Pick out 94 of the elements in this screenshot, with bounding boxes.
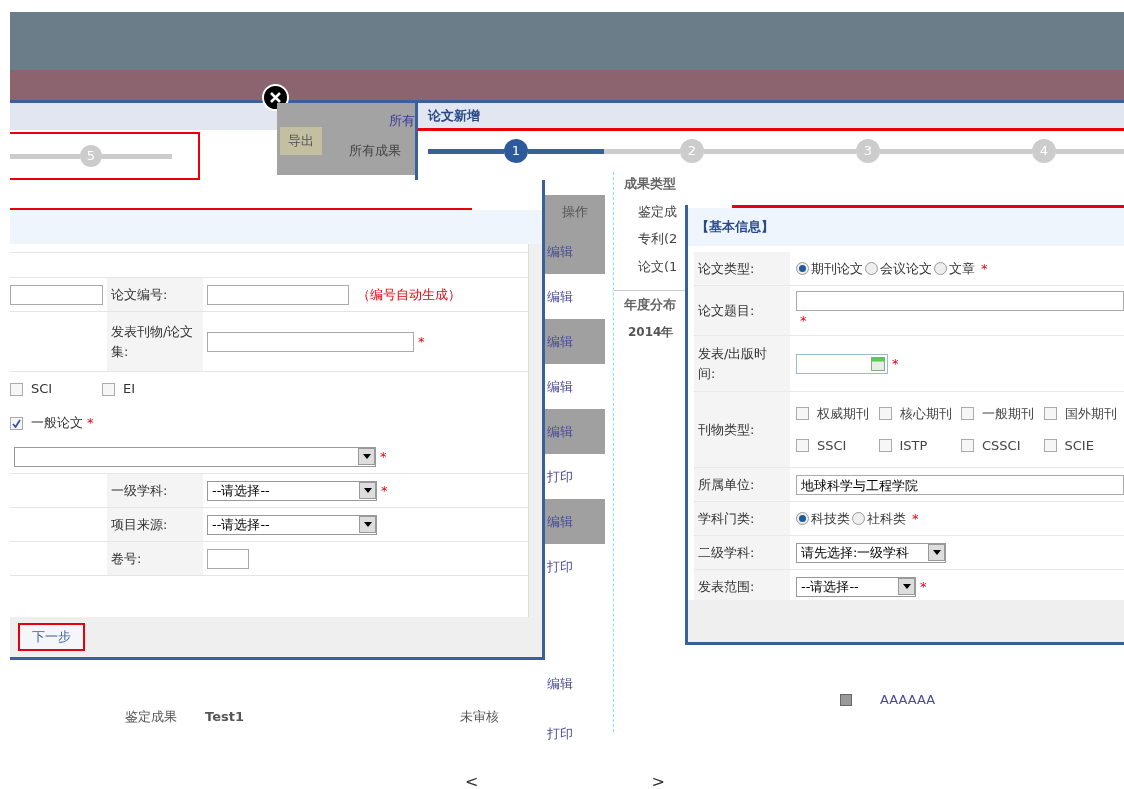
checkbox[interactable]: [878, 438, 892, 452]
field-label: 二级学科:: [698, 543, 756, 562]
checkbox-label: CSSCI: [982, 436, 1021, 455]
field-label: 论文题目:: [698, 301, 756, 320]
select-field[interactable]: --请选择--: [207, 480, 377, 501]
table-cell-text: Test1: [205, 707, 245, 726]
action-link[interactable]: 打印: [545, 466, 573, 487]
radio-label: 科技类: [811, 509, 850, 528]
radio-label: 社科类: [867, 509, 906, 528]
field-label: 发表刊物/论文集:: [111, 323, 195, 361]
checkbox-label: 国外期刊: [1064, 405, 1117, 423]
radio-button[interactable]: [796, 512, 809, 525]
checkbox-label: 权威期刊: [817, 405, 869, 423]
checkbox[interactable]: [10, 382, 23, 396]
checkbox[interactable]: [961, 438, 974, 452]
field-label: 卷号:: [111, 549, 143, 568]
field-label: 发表/出版时间:: [698, 345, 769, 383]
table-cell-text: 鉴定成果: [125, 707, 178, 726]
action-link[interactable]: 编辑: [545, 286, 573, 307]
radio-button[interactable]: [865, 262, 878, 275]
text-field[interactable]: [207, 548, 249, 569]
table-cell-text: 未审核: [460, 707, 500, 726]
panel-title: 成果类型: [623, 175, 677, 193]
checkbox[interactable]: [10, 416, 23, 430]
required-mark: *: [381, 481, 388, 500]
action-link[interactable]: 打印: [547, 723, 573, 743]
date-field[interactable]: [796, 353, 888, 374]
previous-button[interactable]: <: [465, 770, 479, 789]
required-mark: *: [892, 354, 899, 373]
text-field[interactable]: [796, 290, 1124, 311]
action-link[interactable]: 编辑: [545, 376, 573, 397]
checkbox-label: 一般期刊: [982, 405, 1034, 423]
category-link[interactable]: 论文(1: [614, 256, 685, 276]
required-mark: *: [800, 311, 808, 330]
checkbox-label: 一般论文: [31, 414, 83, 433]
next-step-button[interactable]: 下一步: [18, 623, 85, 651]
text-field[interactable]: [10, 284, 103, 305]
select-field[interactable]: 请先选择:一级学科: [796, 542, 946, 563]
checkbox[interactable]: [1043, 438, 1057, 452]
text-field[interactable]: 地球科学与工程学院: [796, 474, 1124, 495]
radio-label: 期刊论文: [811, 259, 863, 278]
checkbox[interactable]: [878, 407, 892, 421]
export-button[interactable]: 导出: [280, 127, 322, 155]
file-icon: [840, 693, 852, 706]
field-label: 一级学科:: [111, 481, 169, 500]
hint-text: （编号自动生成）: [357, 285, 461, 304]
field-label: 发表范围:: [698, 577, 756, 596]
radio-button[interactable]: [934, 262, 947, 275]
table-cell-text: AAAAAA: [880, 691, 936, 709]
next-button[interactable]: >: [651, 770, 665, 789]
column-header: 操作: [545, 195, 605, 229]
scrollbar[interactable]: [528, 244, 542, 617]
radio-label: 文章: [949, 259, 975, 278]
required-mark: *: [87, 414, 94, 433]
required-mark: *: [912, 509, 919, 528]
checkbox-label: 核心期刊: [899, 405, 952, 423]
text-field[interactable]: [207, 331, 414, 352]
field-label: 刊物类型:: [698, 420, 756, 439]
calendar-icon[interactable]: [871, 356, 885, 371]
checkbox-label: SSCI: [817, 436, 847, 455]
field-label: 学科门类:: [698, 509, 756, 528]
checkbox[interactable]: [102, 382, 115, 396]
section-title: 【基本信息】: [696, 218, 774, 237]
checkbox-label: SCI: [31, 380, 53, 399]
field-label: 所属单位:: [698, 475, 756, 494]
dialog-title: 论文新增: [428, 106, 480, 125]
radio-button[interactable]: [796, 262, 809, 275]
field-label: 论文类型:: [698, 259, 756, 278]
category-link[interactable]: 鉴定成: [614, 201, 685, 221]
action-link[interactable]: 打印: [545, 556, 573, 577]
checkbox[interactable]: [796, 438, 809, 452]
filter-tab[interactable]: 所有成果: [349, 140, 415, 160]
checkbox-label: EI: [123, 380, 136, 399]
checkbox[interactable]: [796, 407, 809, 421]
select-field[interactable]: [14, 446, 376, 467]
select-field[interactable]: --请选择--: [796, 576, 916, 597]
required-mark: *: [981, 259, 988, 278]
checkbox-label: SCIE: [1064, 436, 1094, 455]
required-mark: *: [418, 332, 425, 351]
checkbox-label: ISTP: [899, 436, 928, 455]
required-mark: *: [380, 447, 387, 466]
select-field[interactable]: --请选择--: [207, 514, 377, 535]
required-mark: *: [920, 577, 927, 596]
field-label: 项目来源:: [111, 515, 169, 534]
checkbox[interactable]: [961, 407, 974, 421]
radio-button[interactable]: [852, 512, 865, 525]
year-link[interactable]: 2014年: [614, 322, 674, 341]
checkbox[interactable]: [1043, 407, 1057, 421]
field-label: 论文编号:: [111, 285, 169, 304]
text-field[interactable]: [207, 284, 349, 305]
radio-label: 会议论文: [880, 259, 932, 278]
category-link[interactable]: 专利(2: [614, 229, 685, 249]
filter-link[interactable]: 所有: [389, 111, 415, 131]
action-link[interactable]: 编辑: [547, 674, 573, 694]
